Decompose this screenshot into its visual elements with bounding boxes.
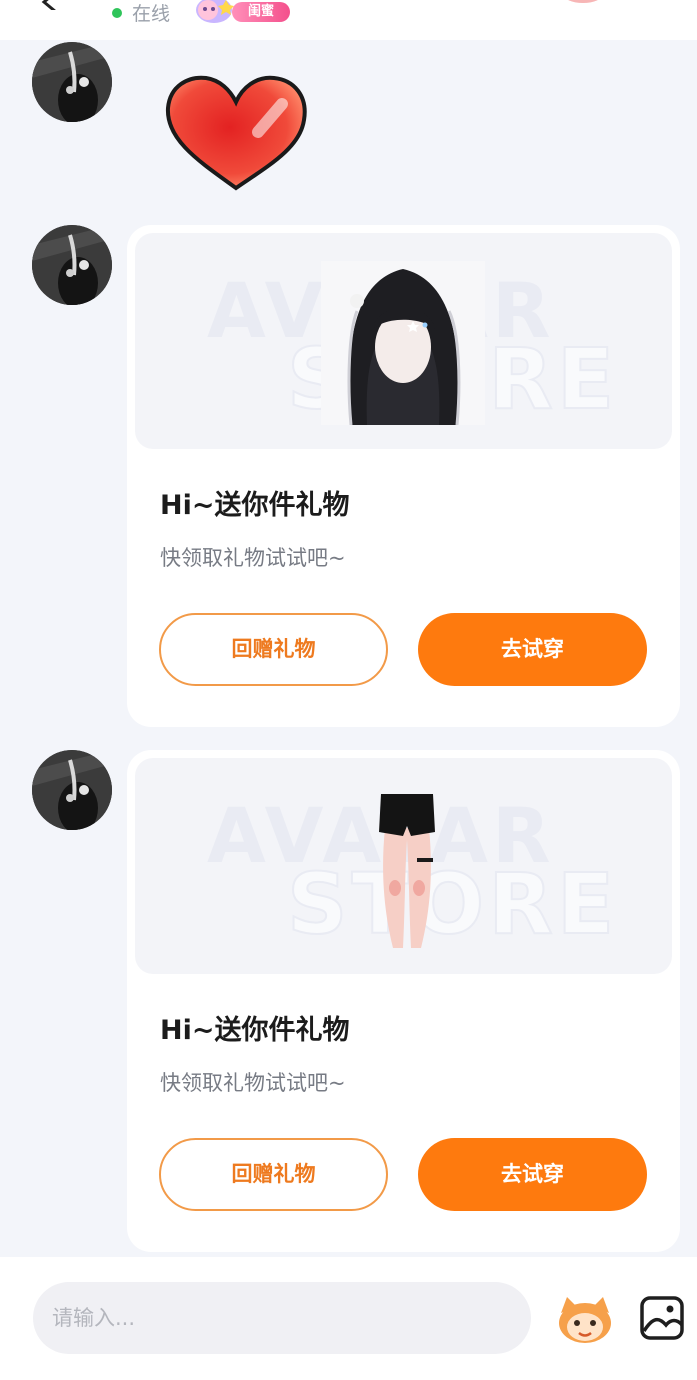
gift-banner: AVATAR STORE <box>135 758 672 974</box>
intimacy-heart-icon[interactable] <box>560 0 606 8</box>
message-input[interactable]: 请输入... <box>33 1282 531 1354</box>
sender-avatar[interactable] <box>32 750 112 830</box>
gift-card-title: Hi~送你件礼物 <box>160 1015 350 1046</box>
gift-card-subtitle: 快领取礼物试试吧~ <box>160 1071 346 1095</box>
try-on-button[interactable]: 去试穿 <box>418 613 647 686</box>
sender-avatar[interactable] <box>32 225 112 305</box>
return-gift-button[interactable]: 回赠礼物 <box>159 1138 388 1211</box>
gift-card[interactable]: AVATAR STORE Hi~送你件礼物 快领取礼物试试吧~ 回赠礼物 去试穿 <box>127 225 680 727</box>
gift-card-title: Hi~送你件礼物 <box>160 490 350 521</box>
try-on-button[interactable]: 去试穿 <box>418 1138 647 1211</box>
heart-sticker-icon <box>165 75 307 191</box>
relation-badge-label: 闺蜜 <box>232 2 290 22</box>
avatar-image <box>32 42 112 122</box>
hair-icon <box>321 261 485 425</box>
emoji-mascot-icon[interactable] <box>555 1293 615 1345</box>
message-composer: 请输入... <box>0 1257 697 1380</box>
relation-badge[interactable]: 闺蜜 <box>192 0 296 24</box>
sender-avatar[interactable] <box>32 42 112 122</box>
online-status-dot <box>112 8 122 18</box>
shorts-icon <box>379 794 435 948</box>
return-gift-button[interactable]: 回赠礼物 <box>159 613 388 686</box>
banner-watermark: STORE <box>286 855 619 953</box>
back-icon[interactable] <box>38 0 60 10</box>
avatar-image <box>32 225 112 305</box>
gift-card-subtitle: 快领取礼物试试吧~ <box>160 546 346 570</box>
chat-header: 在线 闺蜜 <box>0 0 697 40</box>
online-status-text: 在线 <box>132 3 171 25</box>
gift-card[interactable]: AVATAR STORE Hi~送你件礼物 快领取礼物试试吧~ 回赠礼物 去试穿 <box>127 750 680 1252</box>
gift-banner: AVATAR STORE <box>135 233 672 449</box>
avatar-image <box>32 750 112 830</box>
image-picker-icon[interactable] <box>639 1295 685 1341</box>
